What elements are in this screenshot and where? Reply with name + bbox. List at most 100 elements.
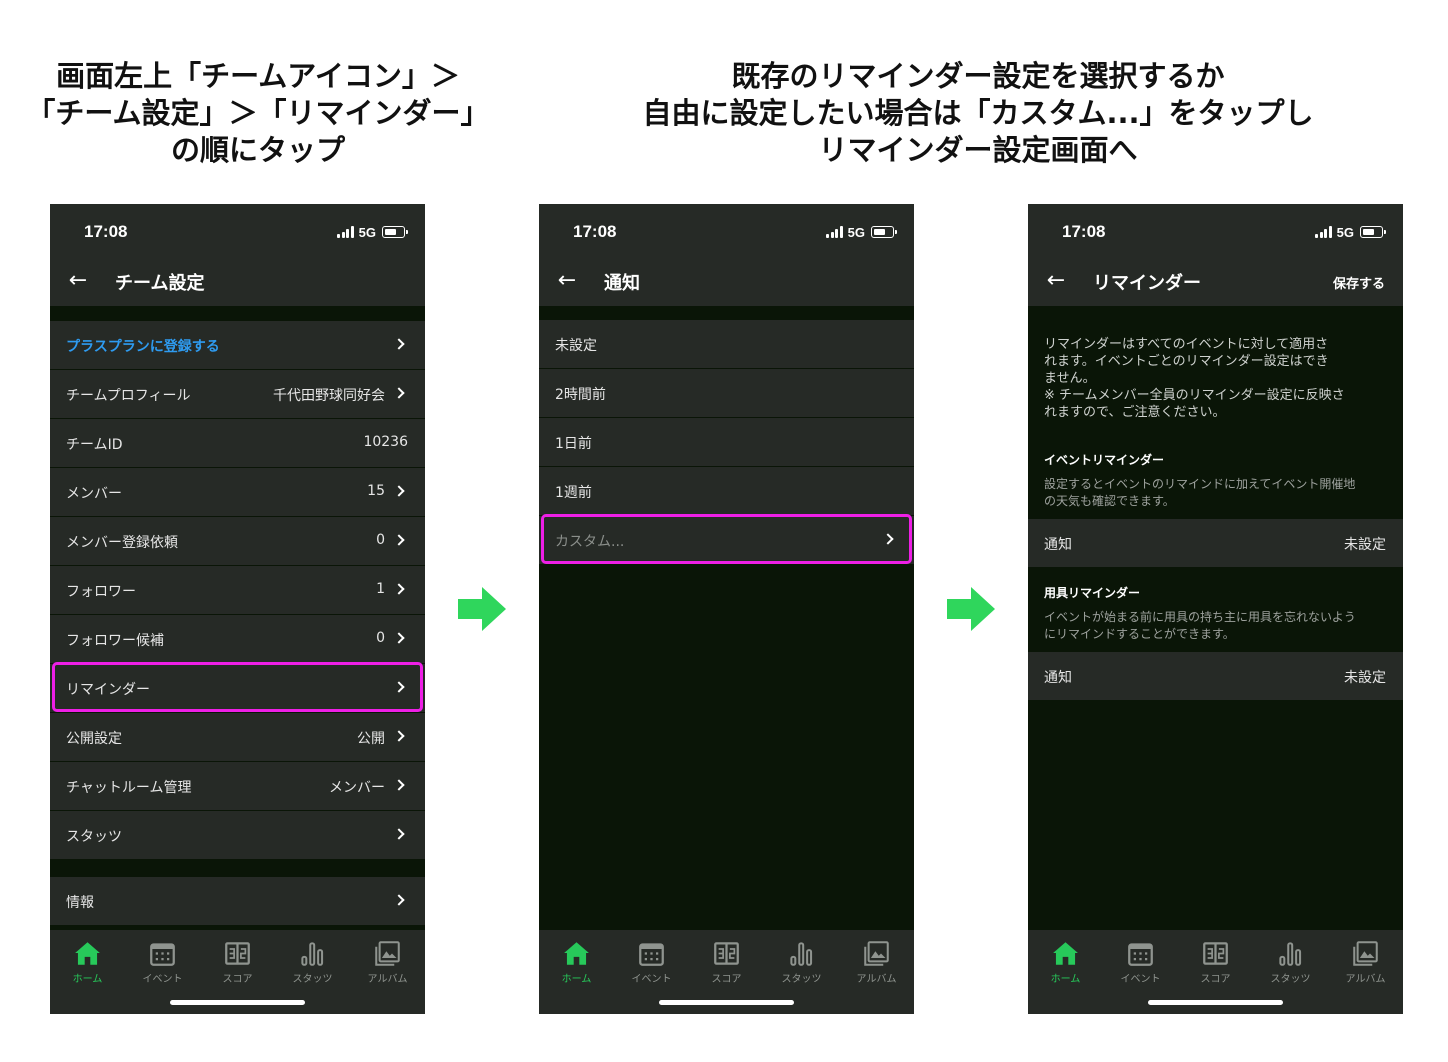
chevron-right-icon [393,779,405,791]
settings-row-followers[interactable]: フォロワー 1 [50,566,425,614]
settings-row-plus-plan[interactable]: プラスプランに登録する [50,321,425,369]
tab-score[interactable]: スコア [1178,936,1253,985]
row-label: メンバー [66,486,122,502]
chevron-right-icon [393,828,405,840]
phone-screen-reminder: 17:08 5G ← リマインダー 保存する リマインダーはすべてのイベントに対… [1028,204,1403,1014]
tab-label: アルバム [856,974,897,985]
tab-label: スコア [1200,974,1231,985]
battery-icon [1360,226,1386,238]
save-button[interactable]: 保存する [1333,273,1385,292]
equipment-reminder-description: イベントが始まる前に用具の持ち主に用具を忘れないよう にリマインドすることができ… [1044,610,1356,641]
nav-bar: ← チーム設定 [50,260,425,306]
event-reminder-notification-row[interactable]: 通知 未設定 [1028,519,1403,567]
tab-bar: ホーム イベント スコア スタッツ アルバム [50,930,425,1014]
tab-stats[interactable]: スタッツ [764,936,839,985]
heading-line: リマインダー設定画面へ [818,133,1138,167]
bar-chart-icon [1279,942,1302,966]
settings-row-info[interactable]: 情報 [50,877,425,925]
tab-album[interactable]: アルバム [839,936,914,985]
row-label: 通知 [1044,537,1072,553]
chevron-right-icon [393,583,405,595]
settings-row-member-requests[interactable]: メンバー登録依頼 0 [50,517,425,565]
back-arrow-icon[interactable]: ← [63,266,93,296]
tab-label: イベント [631,974,672,985]
tab-score[interactable]: スコア [200,936,275,985]
option-row-1-week[interactable]: 1週前 [539,467,914,515]
settings-row-chatroom[interactable]: チャットルーム管理 メンバー [50,762,425,810]
tab-home[interactable]: ホーム [1028,936,1103,985]
settings-row-follower-candidates[interactable]: フォロワー候補 0 [50,615,425,663]
album-icon [1353,941,1378,966]
row-value: メンバー [329,780,385,796]
tab-stats[interactable]: スタッツ [275,936,350,985]
event-reminder-title: イベントリマインダー [1044,453,1165,467]
row-value: 千代田野球同好会 [273,388,385,404]
row-label: メンバー登録依頼 [66,535,178,551]
tab-event[interactable]: イベント [125,936,200,985]
settings-row-team-profile[interactable]: チームプロフィール 千代田野球同好会 [50,370,425,418]
home-indicator [659,1000,794,1005]
settings-row-staff[interactable]: スタッツ [50,811,425,859]
nav-bar: ← リマインダー 保存する [1028,260,1403,306]
row-label: 1日前 [555,436,592,452]
battery-icon [871,226,897,238]
album-icon [864,941,889,966]
tab-label: スタッツ [292,974,333,985]
tab-score[interactable]: スコア [689,936,764,985]
tab-stats[interactable]: スタッツ [1253,936,1328,985]
network-label: 5G [1336,224,1354,240]
tab-label: イベント [142,974,183,985]
back-arrow-icon[interactable]: ← [552,266,582,296]
row-label: チャットルーム管理 [66,780,192,796]
chevron-right-icon [393,632,405,644]
reminder-description: リマインダーはすべてのイベントに対して適用さ れます。イベントごとのリマインダー… [1044,337,1345,420]
flow-arrow-icon [947,587,995,631]
network-label: 5G [358,224,376,240]
row-label: 通知 [1044,670,1072,686]
chevron-right-icon [393,534,405,546]
tab-event[interactable]: イベント [1103,936,1178,985]
equipment-reminder-notification-row[interactable]: 通知 未設定 [1028,652,1403,700]
tab-event[interactable]: イベント [614,936,689,985]
home-icon [1053,942,1078,965]
row-label: フォロワー [66,584,136,600]
instruction-heading-right: 既存のリマインダー設定を選択するか 自由に設定したい場合は「カスタム...」をタ… [600,58,1356,169]
status-time: 17:08 [573,222,617,241]
heading-line: の順にタップ [170,133,345,167]
tab-album[interactable]: アルバム [1328,936,1403,985]
option-row-2-hours[interactable]: 2時間前 [539,369,914,417]
tab-label: スタッツ [781,974,822,985]
row-value: 未設定 [1344,670,1386,686]
back-arrow-icon[interactable]: ← [1041,266,1071,296]
tab-home[interactable]: ホーム [539,936,614,985]
tab-home[interactable]: ホーム [50,936,125,985]
heading-line: 自由に設定したい場合は「カスタム...」をタップし [642,96,1314,130]
heading-line: 既存のリマインダー設定を選択するか [731,59,1225,93]
option-row-1-day[interactable]: 1日前 [539,418,914,466]
tab-album[interactable]: アルバム [350,936,425,985]
tab-bar: ホーム イベント スコア スタッツ アルバム [1028,930,1403,1014]
settings-row-team-id: チームID 10236 [50,419,425,467]
battery-icon [382,226,408,238]
signal-icon [336,226,354,238]
row-value: 0 [376,532,385,548]
option-row-unset[interactable]: 未設定 [539,320,914,368]
status-time: 17:08 [84,222,128,241]
status-bar: 17:08 5G [50,204,425,260]
row-label: 2時間前 [555,387,606,403]
chevron-right-icon [393,730,405,742]
instruction-heading-left: 画面左上「チームアイコン」＞ 「チーム設定」＞「リマインダー」 の順にタップ [8,58,508,169]
tab-label: イベント [1120,974,1161,985]
chevron-right-icon [393,485,405,497]
chevron-right-icon [393,338,405,350]
row-value: 1 [376,581,385,597]
tab-label: スコア [711,974,742,985]
settings-row-members[interactable]: メンバー 15 [50,468,425,516]
tab-label: アルバム [1345,974,1386,985]
tab-label: スタッツ [1270,974,1311,985]
settings-row-visibility[interactable]: 公開設定 公開 [50,713,425,761]
bar-chart-icon [790,942,813,966]
signal-icon [825,226,843,238]
network-label: 5G [847,224,865,240]
score-icon [714,942,739,965]
